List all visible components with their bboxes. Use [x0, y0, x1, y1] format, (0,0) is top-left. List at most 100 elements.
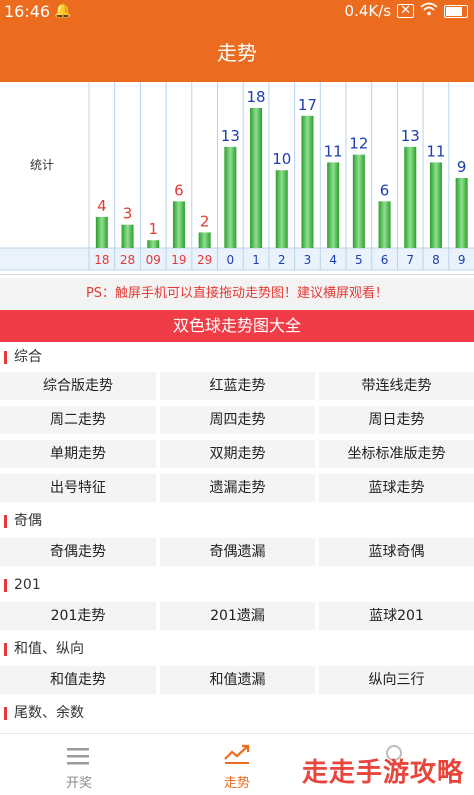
- chart-data-label: 9: [457, 158, 467, 176]
- chart-bar: [327, 162, 340, 248]
- link-connected-trend[interactable]: 带连线走势: [319, 372, 474, 400]
- chart-bar: [147, 240, 160, 248]
- link-sunday-trend[interactable]: 周日走势: [319, 406, 474, 434]
- chart-data-label: 17: [298, 96, 317, 114]
- link-blue-201[interactable]: 蓝球201: [319, 602, 474, 630]
- chart-data-label: 2: [200, 212, 210, 230]
- chart-category-label: 28: [120, 253, 135, 267]
- chart-data-label: 4: [97, 197, 107, 215]
- chart-category-label: 5: [355, 253, 363, 267]
- section-marker: [4, 643, 7, 656]
- chart-data-label: 12: [349, 135, 368, 153]
- watermark-text: 走走手游攻略: [301, 758, 464, 788]
- chart-category-label: 8: [432, 253, 440, 267]
- chart-category-label: 1: [252, 253, 260, 267]
- chart-label-row: [0, 248, 474, 270]
- section-title: 和值、纵向: [14, 641, 84, 657]
- chart-data-label: 18: [247, 88, 266, 106]
- tab-trend[interactable]: 走势: [158, 734, 316, 795]
- link-blue-ball-trend[interactable]: 蓝球走势: [319, 474, 474, 502]
- section-header-sum-vertical: 和值、纵向: [0, 634, 474, 664]
- section-marker: [4, 579, 7, 592]
- chart-category-label: 0: [227, 253, 235, 267]
- link-tuesday-trend[interactable]: 周二走势: [0, 406, 156, 434]
- tab-draw-results[interactable]: 开奖: [0, 734, 158, 795]
- link-missing-trend[interactable]: 遗漏走势: [160, 474, 315, 502]
- chart-bar: [404, 146, 417, 248]
- link-number-features[interactable]: 出号特征: [0, 474, 156, 502]
- chart-data-label: 11: [324, 142, 343, 160]
- link-201-missing[interactable]: 201遗漏: [160, 602, 315, 630]
- link-201-trend[interactable]: 201走势: [0, 602, 156, 630]
- chart-bar: [224, 146, 237, 248]
- section-header-201: 201: [0, 570, 474, 600]
- chart-bar: [275, 170, 288, 248]
- link-odd-period-trend[interactable]: 单期走势: [0, 440, 156, 468]
- chart-category-label: 18: [94, 253, 109, 267]
- chart-data-label: 6: [380, 181, 390, 199]
- link-vertical-three-rows[interactable]: 纵向三行: [319, 666, 474, 694]
- wifi-icon: [420, 2, 438, 20]
- status-right-group: 0.4K/s ✕: [345, 2, 468, 20]
- chart-category-label: 7: [406, 253, 414, 267]
- chart-bar: [172, 201, 185, 248]
- battery-icon: [444, 4, 468, 18]
- section-title: 201: [14, 577, 41, 593]
- section-marker: [4, 351, 7, 364]
- tab-label: 走势: [223, 776, 250, 791]
- status-time: 16:46: [4, 2, 51, 21]
- section-header-comprehensive: 综合: [0, 342, 474, 372]
- chart-bar: [250, 108, 263, 248]
- section-header-odd-even: 奇偶: [0, 506, 474, 536]
- landscape-notice: PS：触屏手机可以直接拖动走势图！建议横屏观看！: [0, 278, 474, 310]
- chart-bar: [198, 232, 211, 248]
- link-even-period-trend[interactable]: 双期走势: [160, 440, 315, 468]
- chart-bar: [95, 216, 108, 248]
- chart-data-label: 13: [401, 127, 420, 145]
- chart-data-label: 11: [426, 142, 445, 160]
- section-marker: [4, 707, 7, 720]
- link-sum-trend[interactable]: 和值走势: [0, 666, 156, 694]
- trend-chart[interactable]: 统计 4 18 3 28 1 09 6 19 2 29 13 0 18 1 10 2 17 3 11 4 12 5 6 6 13…: [0, 82, 474, 275]
- chart-category-label: 6: [381, 253, 389, 267]
- chart-bar: [301, 115, 314, 249]
- network-speed: 0.4K/s: [344, 2, 392, 20]
- banner-title: 双色球走势图大全: [172, 316, 301, 335]
- link-composite-trend[interactable]: 综合版走势: [0, 372, 156, 400]
- chart-data-label: 6: [174, 181, 184, 199]
- chart-category-label: 3: [304, 253, 312, 267]
- page-title: 走势: [217, 41, 257, 65]
- link-sum-missing[interactable]: 和值遗漏: [160, 666, 315, 694]
- link-odd-even-missing[interactable]: 奇偶遗漏: [160, 538, 315, 566]
- chart-bar: [378, 201, 391, 248]
- sim-icon: ✕: [397, 4, 414, 18]
- notification-bell-icon: 🔔: [54, 3, 72, 19]
- page-title-bar: 走势: [0, 24, 474, 82]
- chart-category-label: 4: [329, 253, 337, 267]
- chart-data-label: 3: [123, 205, 133, 223]
- section-title: 综合: [14, 349, 42, 365]
- chart-data-label: 13: [221, 127, 240, 145]
- chart-category-label: 2: [278, 253, 286, 267]
- chart-category-label: 29: [197, 253, 212, 267]
- section-title: 奇偶: [14, 513, 42, 529]
- link-standard-coordinate-trend[interactable]: 坐标标准版走势: [319, 440, 474, 468]
- chart-category-label: 9: [458, 253, 466, 267]
- chart-data-label: 1: [148, 220, 158, 238]
- section-title: 尾数、余数: [14, 705, 84, 721]
- section-banner: 双色球走势图大全: [0, 310, 474, 342]
- chart-data-label: 10: [272, 150, 291, 168]
- notice-text: PS：触屏手机可以直接拖动走势图！建议横屏观看！: [85, 286, 389, 301]
- link-thursday-trend[interactable]: 周四走势: [160, 406, 315, 434]
- link-red-blue-trend[interactable]: 红蓝走势: [160, 372, 315, 400]
- section-marker: [4, 515, 7, 528]
- chart-bar: [352, 154, 365, 248]
- link-blue-odd-even[interactable]: 蓝球奇偶: [319, 538, 474, 566]
- tab-label: 开奖: [65, 776, 92, 791]
- chart-canvas: 4 18 3 28 1 09 6 19 2 29 13 0 18 1 10 2 17 3 11 4 12 5 6 6 13 7 11…: [0, 82, 474, 271]
- chart-bar: [121, 224, 134, 248]
- link-odd-even-trend[interactable]: 奇偶走势: [0, 538, 156, 566]
- list-icon: [66, 746, 90, 770]
- chart-category-label: 19: [171, 253, 186, 267]
- section-header-tail-remainder: 尾数、余数: [0, 698, 474, 728]
